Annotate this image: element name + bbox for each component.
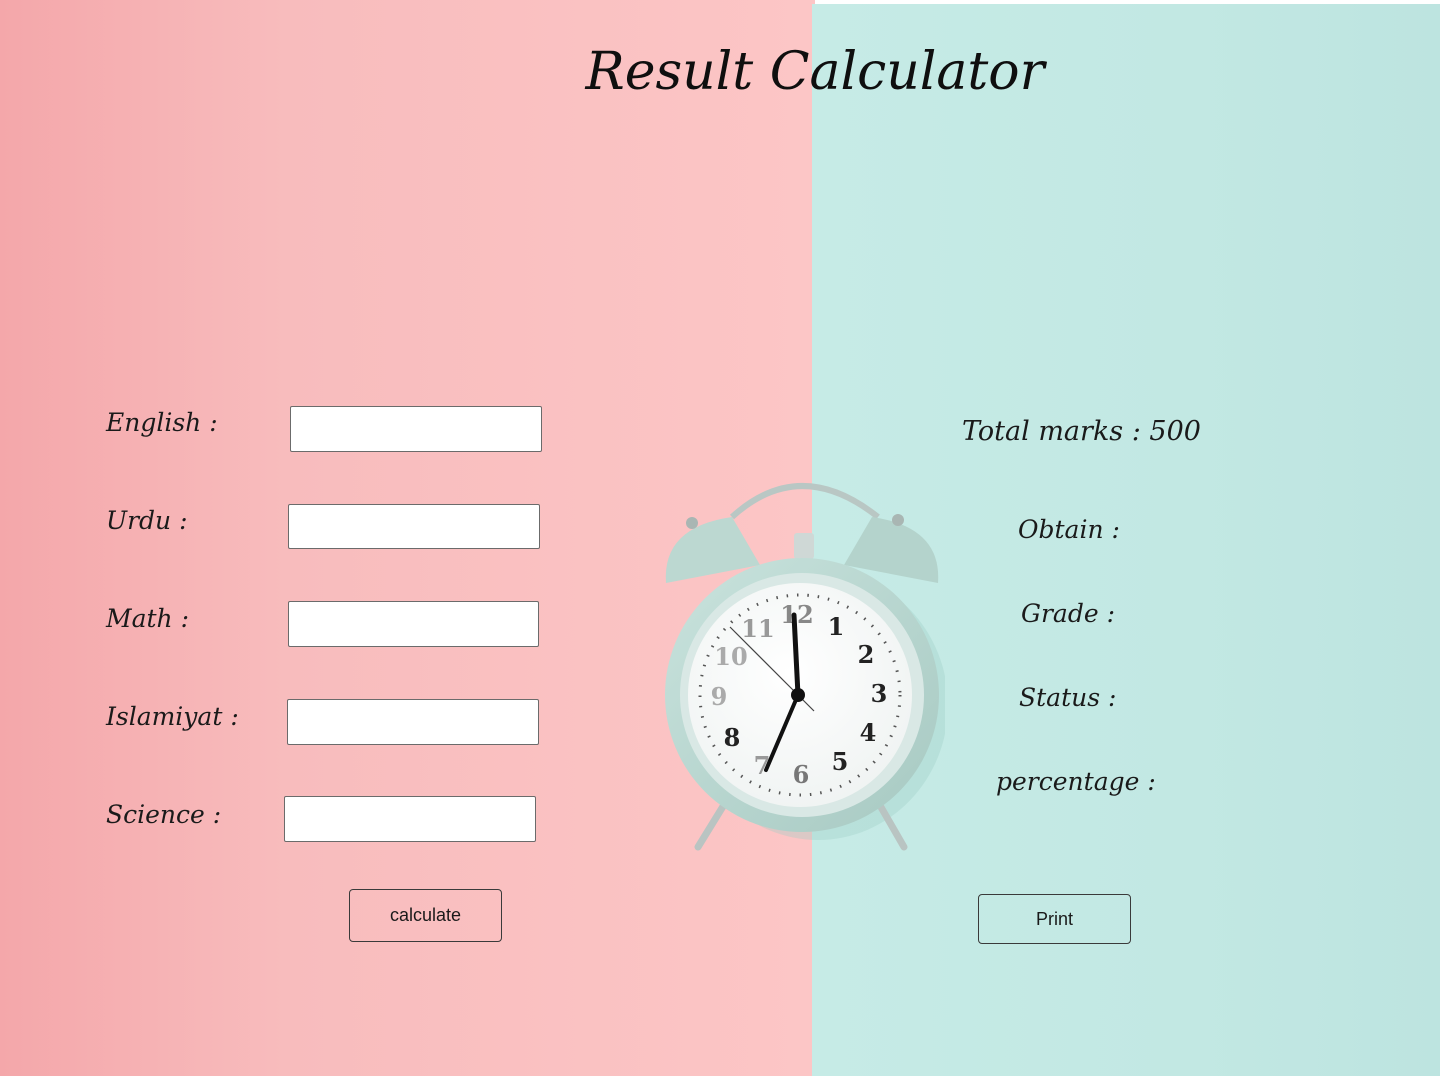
- grade-label: Grade :: [1021, 599, 1115, 628]
- svg-text:11: 11: [741, 614, 774, 643]
- svg-text:5: 5: [832, 747, 849, 776]
- svg-text:3: 3: [871, 679, 888, 708]
- print-button[interactable]: Print: [978, 894, 1131, 944]
- svg-text:9: 9: [711, 682, 728, 711]
- status-label: Status :: [1019, 683, 1117, 712]
- urdu-label: Urdu :: [106, 506, 188, 535]
- obtain-label: Obtain :: [1018, 515, 1120, 544]
- percentage-label: percentage :: [996, 767, 1156, 796]
- total-marks-label: Total marks : 500: [962, 416, 1201, 447]
- math-label: Math :: [106, 604, 190, 633]
- calculate-button[interactable]: calculate: [349, 889, 502, 942]
- science-input[interactable]: [284, 796, 536, 842]
- svg-text:12: 12: [780, 600, 813, 629]
- english-label: English :: [106, 408, 218, 437]
- page-title: Result Calculator: [585, 42, 1045, 102]
- urdu-input[interactable]: [288, 504, 540, 549]
- islamiyat-input[interactable]: [287, 699, 539, 745]
- islamiyat-label: Islamiyat :: [106, 702, 239, 731]
- svg-text:10: 10: [714, 642, 747, 671]
- alarm-clock-icon: 12 1 2 3 4 5 6 7 8 9 10 11: [665, 483, 945, 851]
- svg-text:2: 2: [858, 640, 875, 669]
- math-input[interactable]: [288, 601, 539, 647]
- english-input[interactable]: [290, 406, 542, 452]
- svg-text:8: 8: [724, 723, 741, 752]
- bottom-strip: [0, 1076, 1440, 1080]
- science-label: Science :: [106, 800, 222, 829]
- svg-text:4: 4: [860, 718, 877, 747]
- svg-text:1: 1: [828, 612, 845, 641]
- svg-text:6: 6: [793, 760, 810, 789]
- result-calculator-page: Result Calculator English : Urdu : Math …: [0, 0, 1440, 1080]
